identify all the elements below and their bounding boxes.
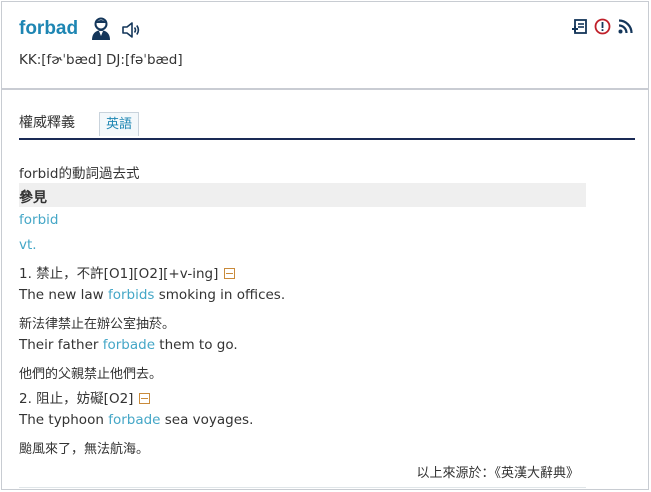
sense-2: 2. 阻止，妨礙[O2]	[19, 387, 151, 407]
source-divider	[19, 487, 586, 488]
dictionary-panel: forbad KK:[fɚˈbæd] DJ:[fəˈbæd] 權威釋義 英語 f…	[1, 1, 649, 490]
phonetic-dj: DJ:[fəˈbæd]	[106, 52, 183, 68]
example-text: sea voyages.	[160, 412, 254, 428]
tab-english[interactable]: 英語	[99, 112, 140, 136]
definition-summary: forbid的動詞過去式	[19, 166, 140, 182]
tab-bar: 權威釋義 英語	[19, 110, 635, 140]
part-of-speech: vt.	[19, 237, 37, 253]
collapse-icon[interactable]	[224, 267, 236, 279]
phonetic-kk: KK:[fɚˈbæd]	[19, 52, 102, 68]
phonetics: KK:[fɚˈbæd] DJ:[fəˈbæd]	[19, 52, 183, 68]
example-keyword[interactable]: forbade	[103, 337, 155, 353]
add-to-wordbook-icon[interactable]	[571, 18, 588, 35]
example-sentence: The typhoon forbade sea voyages.	[19, 412, 253, 428]
collapse-icon[interactable]	[139, 392, 151, 404]
sense-title: 1. 禁止，不許[O1][O2][+v-ing]	[19, 266, 219, 282]
person-icon[interactable]	[90, 17, 112, 41]
see-also-label: 參見	[19, 190, 47, 206]
example-text: Their father	[19, 337, 103, 353]
example-text: The typhoon	[19, 412, 109, 428]
entry-word: forbad	[19, 18, 79, 39]
header-divider	[2, 88, 648, 90]
example-translation: 颱風來了，無法航海。	[19, 442, 150, 457]
entry-toolbar	[571, 18, 634, 35]
example-translation: 他們的父親禁止他們去。	[19, 367, 163, 382]
see-also-link[interactable]: forbid	[19, 212, 58, 228]
example-sentence: The new law forbids smoking in offices.	[19, 287, 285, 303]
see-also-bar: 參見	[19, 183, 586, 207]
example-text: them to go.	[155, 337, 238, 353]
sense-1: 1. 禁止，不許[O1][O2][+v-ing]	[19, 262, 236, 282]
tab-authoritative-definition[interactable]: 權威釋義	[19, 112, 75, 132]
sense-title: 2. 阻止，妨礙[O2]	[19, 391, 134, 407]
example-text: The new law	[19, 287, 108, 303]
example-translation: 新法律禁止在辦公室抽菸。	[19, 317, 176, 332]
rss-feed-icon[interactable]	[617, 18, 634, 35]
speaker-icon[interactable]	[120, 19, 142, 41]
source-attribution: 以上來源於：《英漢大辭典》	[416, 466, 579, 481]
report-error-icon[interactable]	[594, 18, 611, 35]
example-keyword[interactable]: forbade	[108, 412, 160, 428]
example-text: smoking in offices.	[154, 287, 286, 303]
example-sentence: Their father forbade them to go.	[19, 337, 238, 353]
example-keyword[interactable]: forbids	[108, 287, 155, 303]
entry-header: forbad KK:[fɚˈbæd] DJ:[fəˈbæd]	[2, 2, 648, 90]
